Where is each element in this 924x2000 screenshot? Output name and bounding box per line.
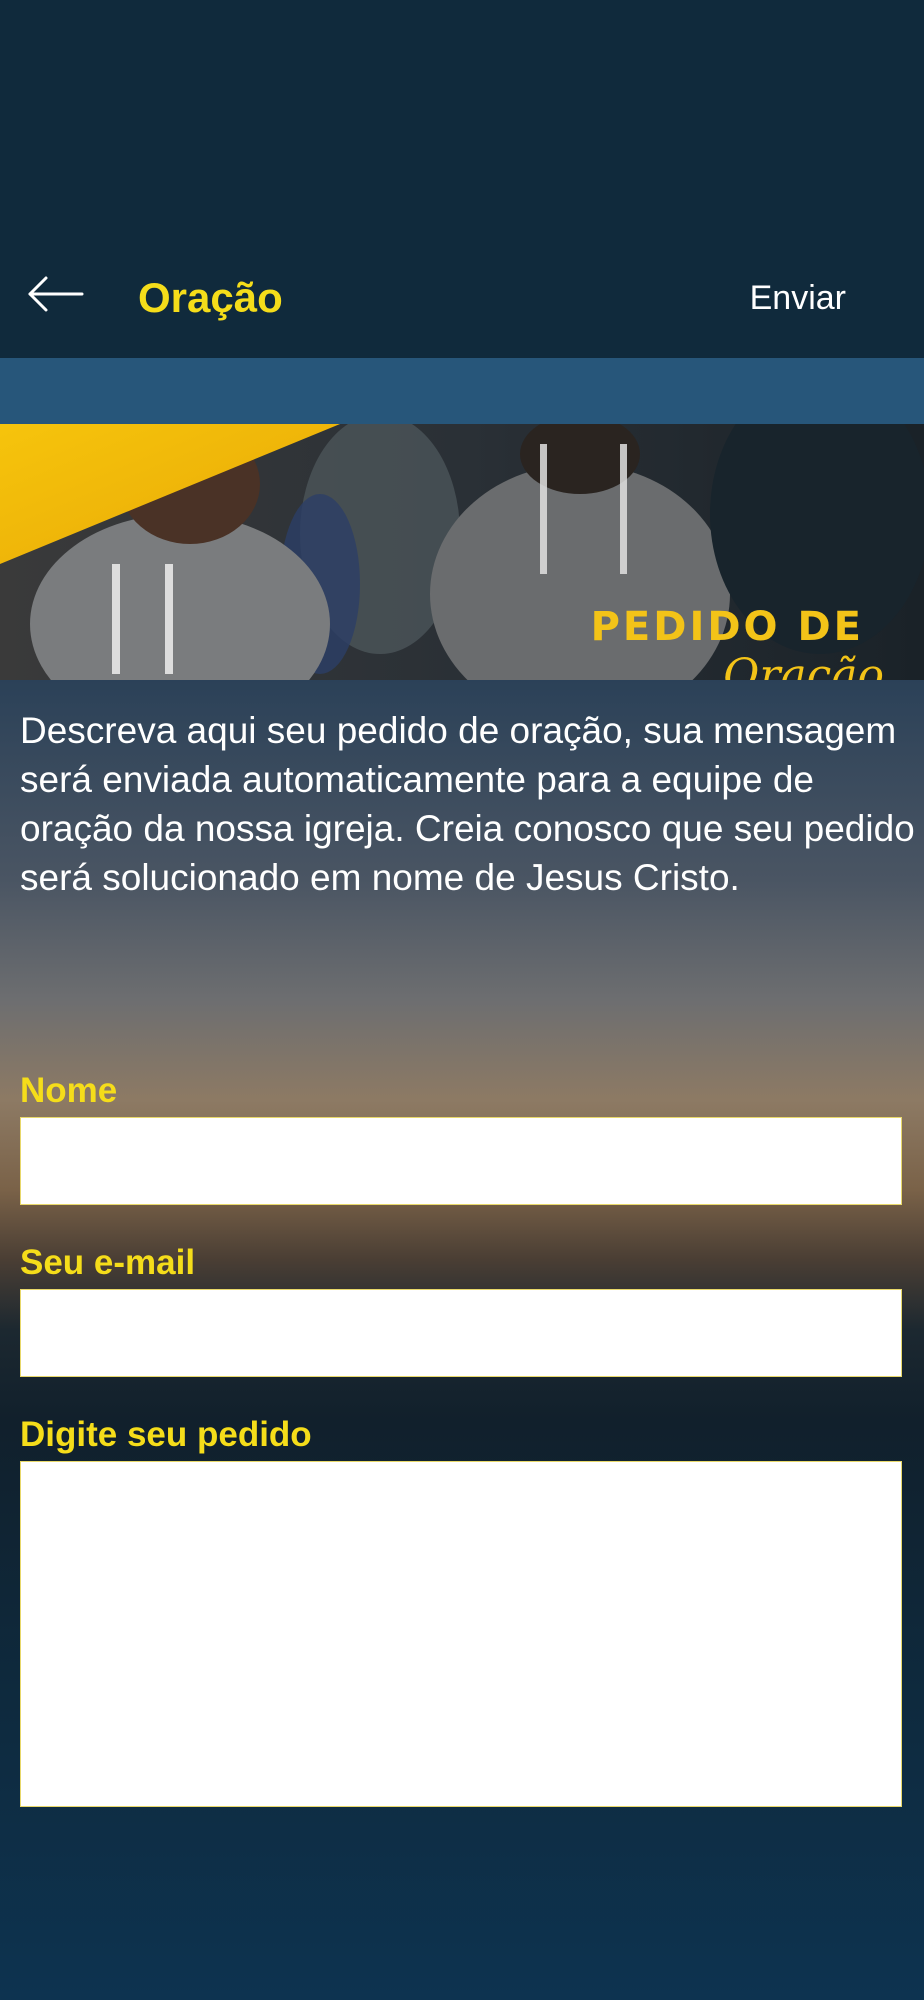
request-textarea[interactable] xyxy=(20,1461,902,1807)
sub-header-bar xyxy=(0,358,924,424)
prayer-request-screen: Oração Enviar PEDIDO DE Oração Descreva … xyxy=(0,0,924,2000)
app-bar: Oração Enviar xyxy=(0,0,924,358)
page-title: Oração xyxy=(138,274,283,321)
email-input[interactable] xyxy=(20,1289,902,1377)
name-label: Nome xyxy=(20,1071,118,1110)
prayer-banner-image: PEDIDO DE Oração xyxy=(0,424,924,680)
name-input[interactable] xyxy=(20,1117,902,1205)
send-button[interactable]: Enviar xyxy=(750,276,846,320)
arrow-left-icon xyxy=(28,276,84,312)
banner-script-text: Oração xyxy=(723,650,884,680)
banner-heading: PEDIDO DE xyxy=(590,604,864,650)
email-label: Seu e-mail xyxy=(20,1243,196,1282)
instructions-text: Descreva aqui seu pedido de oração, sua … xyxy=(20,710,915,898)
back-button[interactable] xyxy=(26,272,86,316)
request-label: Digite seu pedido xyxy=(20,1415,312,1454)
